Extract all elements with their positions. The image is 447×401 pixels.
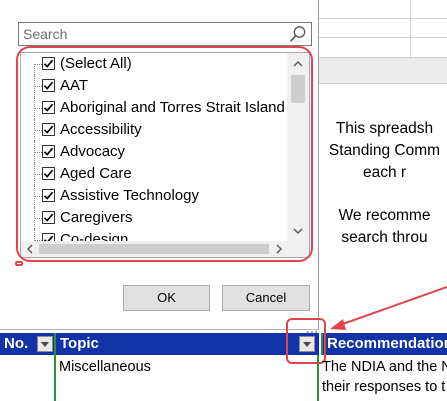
table-row: Miscellaneous The NDIA and the N their r… <box>0 355 447 401</box>
list-item[interactable]: Advocacy <box>21 141 287 163</box>
filter-search-box[interactable] <box>18 22 312 46</box>
chevron-down-icon[interactable] <box>287 221 309 241</box>
list-item-label: Co-design <box>60 231 129 241</box>
cell-recommendation[interactable]: The NDIA and the N their responses to t <box>321 355 447 401</box>
filter-dropdown-button[interactable] <box>37 336 53 352</box>
row-gridline <box>318 37 447 38</box>
tree-connector <box>34 130 42 131</box>
list-item-label: Caregivers <box>60 209 133 226</box>
filter-values-list[interactable]: (Select All) AAT Aboriginal and Torres S… <box>20 52 310 258</box>
header-cell-topic[interactable]: Topic <box>56 333 319 355</box>
list-item[interactable]: Co-design <box>21 229 287 241</box>
checkbox-checked[interactable] <box>42 211 55 224</box>
filter-search-input[interactable] <box>19 23 281 45</box>
intro-line: We recomme <box>338 207 431 224</box>
tree-connector <box>34 64 42 65</box>
intro-line: search throu <box>341 229 428 246</box>
vertical-scroll-thumb[interactable] <box>291 75 305 103</box>
grey-band-row <box>318 57 447 84</box>
header-label: Recommendation <box>327 335 447 352</box>
top-cell-grid <box>318 0 447 57</box>
list-item[interactable]: Aged Care <box>21 163 287 185</box>
header-label: No. <box>4 335 29 352</box>
header-label: Topic <box>60 335 99 352</box>
checkbox-checked[interactable] <box>42 233 55 241</box>
row-gridline <box>318 18 447 19</box>
tree-connector <box>34 218 42 219</box>
list-item[interactable]: Aboriginal and Torres Strait Island <box>21 97 287 119</box>
chevron-right-icon[interactable] <box>271 241 287 257</box>
list-item[interactable]: Assistive Technology <box>21 185 287 207</box>
list-item-label: AAT <box>60 77 89 94</box>
search-icon <box>289 25 307 43</box>
vertical-scrollbar[interactable] <box>287 53 309 241</box>
autofilter-dropdown-panel: (Select All) AAT Aboriginal and Torres S… <box>0 0 319 333</box>
horizontal-scrollbar[interactable] <box>21 241 309 257</box>
tree-connector <box>34 64 35 75</box>
checkbox-checked[interactable] <box>42 145 55 158</box>
cell-topic[interactable]: Miscellaneous <box>56 355 319 401</box>
dropdown-arrow-icon <box>41 341 49 347</box>
list-item[interactable]: (Select All) <box>21 53 287 75</box>
horizontal-scroll-thumb[interactable] <box>39 244 269 254</box>
checkbox-checked[interactable] <box>42 167 55 180</box>
ok-button[interactable]: OK <box>123 285 210 311</box>
list-item[interactable]: Accessibility <box>21 119 287 141</box>
cell-text: Miscellaneous <box>59 359 151 375</box>
table-header-row: No. Topic Recommendation <box>0 333 447 355</box>
list-item-label: Advocacy <box>60 143 126 160</box>
cell-text-line: The NDIA and the N <box>322 359 447 375</box>
filter-values-items: (Select All) AAT Aboriginal and Torres S… <box>21 53 287 241</box>
scrollbar-corner <box>287 241 309 257</box>
list-item-label: Assistive Technology <box>60 187 199 204</box>
list-item-label: Aboriginal and Torres Strait Island <box>60 99 285 116</box>
checkbox-checked[interactable] <box>42 189 55 202</box>
intro-line: This spreadsh <box>335 120 434 137</box>
intro-merged-cell[interactable]: This spreadsh Standing Comm each r We re… <box>322 118 447 249</box>
tree-connector <box>34 152 42 153</box>
tree-connector <box>34 174 42 175</box>
list-item[interactable]: Caregivers <box>21 207 287 229</box>
tree-connector <box>34 196 42 197</box>
list-item-label: Aged Care <box>60 165 132 182</box>
checkbox-checked[interactable] <box>42 123 55 136</box>
checkbox-checked[interactable] <box>42 101 55 114</box>
chevron-up-icon[interactable] <box>287 53 309 73</box>
tree-connector <box>34 108 42 109</box>
list-item-label: Accessibility <box>60 121 142 138</box>
column-gridline <box>410 0 411 57</box>
checkbox-checked[interactable] <box>42 57 55 70</box>
header-cell-recommendation[interactable]: Recommendation <box>321 333 447 355</box>
tree-connector <box>34 86 42 87</box>
intro-line: each r <box>362 164 407 181</box>
cell-text-line: their responses to t <box>322 379 446 395</box>
cancel-button[interactable]: Cancel <box>222 285 310 311</box>
cell-no[interactable] <box>0 355 56 401</box>
chevron-left-icon[interactable] <box>21 241 37 257</box>
list-item[interactable]: AAT <box>21 75 287 97</box>
intro-line: Standing Comm <box>328 142 441 159</box>
annotation-highlight-marker <box>15 261 23 266</box>
checkbox-checked[interactable] <box>42 79 55 92</box>
list-item-label: (Select All) <box>60 55 132 72</box>
